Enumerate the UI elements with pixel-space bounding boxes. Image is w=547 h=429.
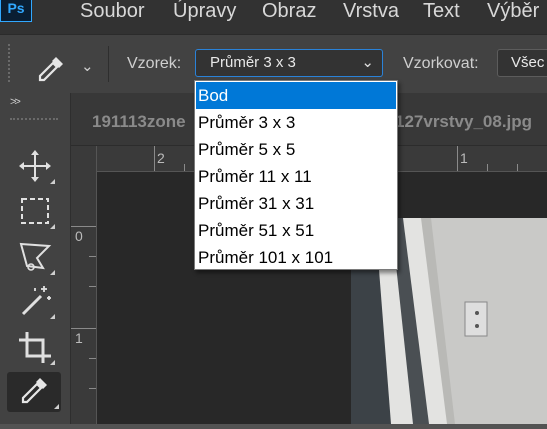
crop-tool-button[interactable]: [13, 326, 57, 368]
menu-vyber[interactable]: Výběr: [487, 0, 539, 22]
menu-obraz[interactable]: Obraz: [262, 0, 316, 22]
eyedropper-icon[interactable]: [34, 52, 68, 86]
dropdown-option-bod[interactable]: Bod: [196, 82, 396, 109]
dropdown-option-51x51[interactable]: Průměr 51 x 51: [196, 217, 396, 244]
vzorkovat-label: Vzorkovat:: [403, 55, 479, 72]
dropdown-option-11x11[interactable]: Průměr 11 x 11: [196, 163, 396, 190]
document-tab-1[interactable]: 191113zone: [92, 112, 186, 132]
dropdown-option-5x5[interactable]: Průměr 5 x 5: [196, 136, 396, 163]
vzorek-value: Průměr 3 x 3: [210, 54, 296, 71]
menu-vrstva[interactable]: Vrstva: [343, 0, 399, 22]
vzorkovat-value: Všec: [511, 54, 545, 71]
vzorek-select[interactable]: Průměr 3 x 3 ⌄: [195, 49, 383, 77]
menu-text[interactable]: Text: [423, 0, 460, 22]
vzorkovat-select[interactable]: Všec: [497, 49, 547, 77]
tools-panel-grip[interactable]: [10, 118, 58, 122]
document-tab-2[interactable]: 127vrstvy_08.jpg: [395, 112, 532, 132]
ruler-label-v-2: 1: [75, 330, 83, 346]
photoshop-logo: Ps: [0, 0, 32, 22]
collapse-panel-button[interactable]: >>: [10, 96, 21, 108]
dropdown-option-101x101[interactable]: Průměr 101 x 101: [196, 244, 396, 271]
dropdown-option-31x31[interactable]: Průměr 31 x 31: [196, 190, 396, 217]
marquee-tool-button[interactable]: [13, 190, 57, 232]
eyedropper-icon: [21, 378, 47, 404]
dropdown-option-3x3[interactable]: Průměr 3 x 3: [196, 109, 396, 136]
vzorek-dropdown-list: Bod Průměr 3 x 3 Průměr 5 x 5 Průměr 11 …: [194, 80, 398, 270]
eyedropper-tool-button[interactable]: [7, 372, 61, 412]
menu-soubor[interactable]: Soubor: [80, 0, 145, 22]
options-bar-grip[interactable]: [8, 44, 12, 82]
move-tool-button[interactable]: [13, 145, 57, 187]
ruler-label-v-1: 0: [75, 228, 83, 244]
ruler-label-h-2: 1: [460, 150, 468, 166]
divider: [108, 46, 109, 82]
vzorek-label: Vzorek:: [127, 55, 182, 72]
chevron-down-icon[interactable]: ⌄: [81, 57, 94, 75]
vertical-ruler: 0 1: [71, 146, 97, 424]
chevron-down-icon: ⌄: [361, 54, 374, 71]
magic-wand-tool-button[interactable]: [13, 280, 57, 322]
ruler-label-h-1: 2: [157, 150, 165, 166]
lasso-tool-button[interactable]: [13, 236, 57, 278]
menu-upravy[interactable]: Úpravy: [173, 0, 236, 22]
